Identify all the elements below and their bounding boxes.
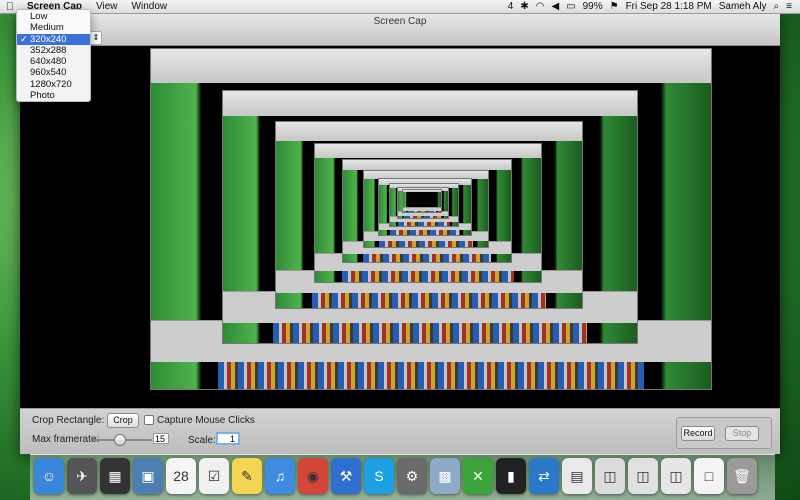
chrome-window-icon[interactable]: ◫ [595,458,625,494]
xcode-icon[interactable]: ⚒ [331,458,361,494]
quality-option[interactable]: ✓ 320x240 [17,33,90,45]
record-button[interactable]: Record [681,426,715,441]
trash-icon[interactable]: 🗑 [727,458,757,494]
reminders-icon[interactable]: ☑ [199,458,229,494]
quality-option-label: 960x540 [30,67,67,79]
quality-option-label: Medium [30,22,64,34]
status-counter[interactable]: 4 [508,1,514,12]
quality-option[interactable]: Medium [17,22,90,33]
nested-screen-capture [402,188,442,214]
screen-cap-window: Screen Cap ⇕ Crop Rectangle: Crop Captur… [20,13,780,454]
status-area: 4 ✱ ◠ ◀ ▭ 99% ⚑ Fri Sep 28 1:18 PM Sameh… [508,1,800,12]
quality-option-label: Low [30,11,48,22]
stickies-icon[interactable]: ✎ [232,458,262,494]
checkmark-icon: ✓ [20,33,28,45]
control-bar: Crop Rectangle: Crop Capture Mouse Click… [20,408,780,454]
x-app-icon[interactable]: ✕ [463,458,493,494]
quality-option-label: 1280x720 [30,78,72,90]
framerate-slider-knob[interactable] [114,434,126,446]
battery-icon[interactable]: ▭ [566,1,575,12]
crop-button[interactable]: Crop [107,413,139,428]
calendar-icon[interactable]: 28 [166,458,196,494]
nested-fdock [398,222,450,226]
quality-option[interactable]: Photo [17,90,90,101]
quality-option-label: 320x240 [30,33,67,45]
skype-icon[interactable]: S [364,458,394,494]
dock: ☺ ✈ ▦ ▣ 28 ☑ ✎ ♫ ◉ ⚒ S ⚙ ▩ ✕ ▮ ⇄ ▤ ◫ ◫ ◫ □ 🗑 [30,454,775,500]
capture-mouse-checkbox[interactable] [144,415,154,425]
mission-control-icon[interactable]: ▦ [100,458,130,494]
crop-label: Crop Rectangle: [32,415,105,426]
framerate-value[interactable]: 15 [153,433,169,444]
launchpad-icon[interactable]: ✈ [67,458,97,494]
record-group: Record Stop [676,417,772,449]
flag-icon[interactable]: ⚑ [610,1,619,12]
network-icon[interactable]: ⇄ [529,458,559,494]
quality-option[interactable]: Low [17,11,90,22]
window-thumbnail-icon[interactable]: ◫ [628,458,658,494]
quality-option-label: 640x480 [30,56,67,68]
quality-option[interactable]: 352x288 [17,45,90,56]
wifi-icon[interactable]: ◠ [536,1,545,12]
window-thumbnail-icon[interactable]: □ [694,458,724,494]
nested-fdock [407,210,437,213]
nested-fbar [222,91,638,118]
capture-preview [20,46,780,408]
framerate-label: Max framerate: [32,434,100,445]
nested-fdock [218,361,644,389]
nested-fdock [363,253,491,262]
user-name[interactable]: Sameh Aly [719,1,767,12]
nested-fbar [275,121,583,142]
nested-fdock [272,322,588,343]
menu-bar:  Screen Cap View Window 4 ✱ ◠ ◀ ▭ 99% ⚑… [0,0,800,14]
preview-icon[interactable]: ▣ [133,458,163,494]
quality-option[interactable]: 1280x720 [17,79,90,90]
window-titlebar[interactable]: Screen Cap ⇕ [20,13,780,46]
battery-percent[interactable]: 99% [583,1,603,12]
quality-option[interactable]: 640x480 [17,56,90,67]
quality-option-label: 352x288 [30,44,67,56]
terminal-icon[interactable]: ▮ [496,458,526,494]
itunes-icon[interactable]: ♫ [265,458,295,494]
menu-view[interactable]: View [89,1,125,12]
finder-icon[interactable]: ☺ [34,458,64,494]
nested-fdock [378,240,474,247]
chrome-icon[interactable]: ◉ [298,458,328,494]
photo-browser-icon[interactable]: ▩ [430,458,460,494]
bluetooth-icon[interactable]: ✱ [520,1,528,12]
window-thumbnail-icon[interactable]: ◫ [661,458,691,494]
spotlight-icon[interactable]: ⌕ [774,1,780,12]
nested-fdock [403,215,443,219]
scale-field[interactable]: 1 [216,432,240,445]
nested-fdock [312,293,546,309]
nested-fbar [151,49,711,84]
notifications-icon[interactable]: ≡ [786,1,792,12]
volume-icon[interactable]: ◀ [551,1,559,12]
nested-fdock [341,270,515,282]
nested-fbar [314,144,542,159]
capture-mouse-label: Capture Mouse Clicks [157,415,255,426]
chevron-updown-icon[interactable]: ⇕ [90,32,101,44]
clock[interactable]: Fri Sep 28 1:18 PM [626,1,712,12]
quality-option-label: Photo [30,90,55,102]
documents-icon[interactable]: ▤ [562,458,592,494]
window-title: Screen Cap [373,16,427,27]
nested-fdock [390,230,460,235]
stop-button[interactable]: Stop [725,426,759,441]
network-utility-icon[interactable]: ⚙ [397,458,427,494]
quality-popup-menu: Low Medium ✓ 320x240 352x288 640x480 960x540 12… [16,9,91,102]
quality-option[interactable]: 960x540 [17,67,90,78]
menu-window[interactable]: Window [125,1,175,12]
scale-label: Scale: [188,435,216,446]
